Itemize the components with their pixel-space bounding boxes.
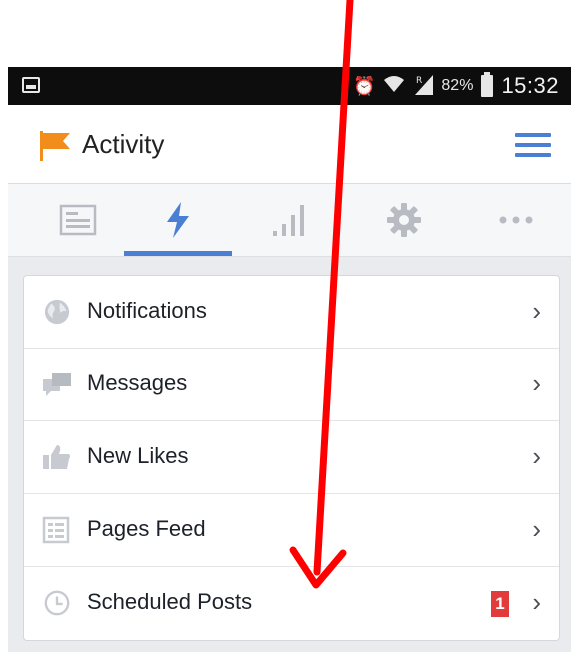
chevron-right-icon: › bbox=[532, 441, 541, 471]
roaming-signal-icon: R bbox=[413, 73, 434, 100]
list-item-label: New Likes bbox=[87, 443, 189, 468]
tab-more[interactable] bbox=[460, 184, 572, 256]
list-item-label: Messages bbox=[87, 370, 188, 395]
flag-icon bbox=[40, 131, 70, 161]
news-feed-icon bbox=[59, 204, 97, 236]
list-item-scheduled-posts[interactable]: Scheduled Posts 1 › bbox=[24, 567, 559, 639]
pages-feed-icon bbox=[42, 516, 70, 544]
list-item-label: Pages Feed bbox=[87, 516, 206, 541]
chevron-right-icon: › bbox=[532, 587, 541, 617]
menu-icon[interactable] bbox=[515, 133, 551, 157]
battery-icon bbox=[481, 72, 494, 97]
messages-icon bbox=[43, 373, 71, 396]
page-title: Activity bbox=[82, 129, 165, 159]
list-item-notifications[interactable]: Notifications › bbox=[24, 276, 559, 349]
svg-text:R: R bbox=[416, 76, 422, 86]
alarm-icon: ⏰ bbox=[352, 75, 376, 96]
list-item-new-likes[interactable]: New Likes › bbox=[24, 421, 559, 494]
clock-icon bbox=[44, 590, 70, 616]
list-item-label: Notifications bbox=[87, 298, 207, 323]
notification-badge: 1 bbox=[491, 591, 509, 617]
activity-lightning-icon bbox=[167, 202, 189, 238]
clock-time: 15:32 bbox=[501, 73, 559, 98]
list-item-messages[interactable]: Messages › bbox=[24, 348, 559, 421]
tab-insights[interactable] bbox=[234, 184, 346, 256]
image-icon bbox=[22, 77, 40, 93]
tab-bar bbox=[8, 184, 571, 257]
globe-icon bbox=[44, 299, 70, 325]
app-header: Activity bbox=[8, 105, 571, 184]
list-item-label: Scheduled Posts bbox=[87, 589, 253, 614]
list-item-pages-feed[interactable]: Pages Feed › bbox=[24, 494, 559, 567]
activity-list: Notifications › Messages › New Likes › P… bbox=[23, 275, 560, 641]
chevron-right-icon: › bbox=[532, 296, 541, 326]
status-bar: ⏰ R 82% 15:32 bbox=[8, 67, 571, 105]
thumbs-up-icon bbox=[43, 445, 70, 469]
tab-activity[interactable] bbox=[122, 184, 234, 256]
settings-gear-icon bbox=[387, 203, 421, 237]
battery-percent: 82% bbox=[441, 77, 474, 94]
chevron-right-icon: › bbox=[532, 514, 541, 544]
wifi-icon bbox=[383, 74, 405, 99]
tab-settings[interactable] bbox=[348, 184, 460, 256]
insights-bars-icon bbox=[273, 205, 304, 236]
tab-news-feed[interactable] bbox=[22, 184, 134, 256]
chevron-right-icon: › bbox=[532, 368, 541, 398]
more-dots-icon bbox=[499, 216, 533, 224]
